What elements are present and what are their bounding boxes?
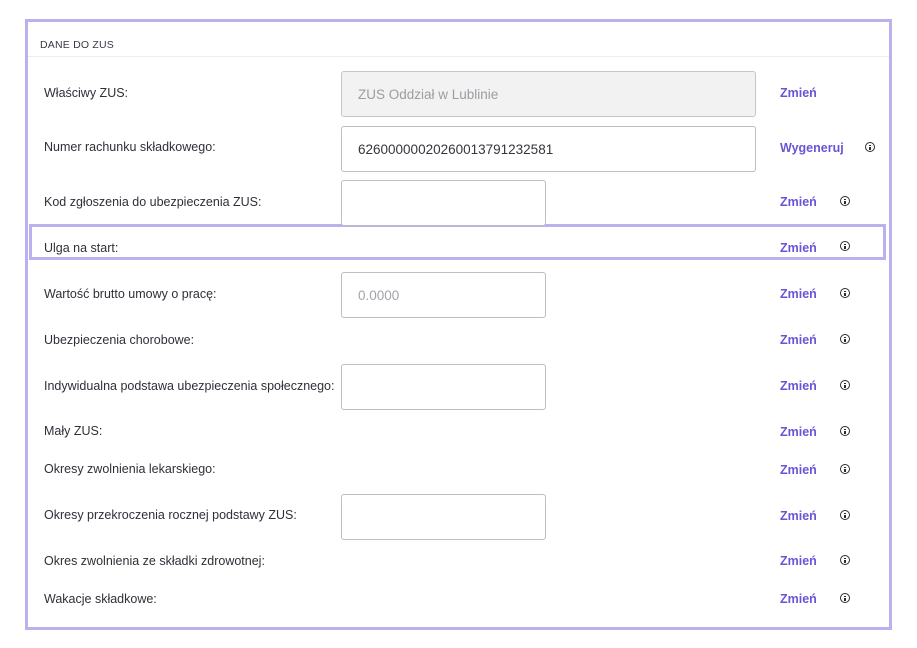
info-icon[interactable] (840, 334, 850, 344)
label-kod-zgloszenia: Kod zgłoszenia do ubezpieczenia ZUS: (44, 195, 262, 209)
label-ulga-na-start: Ulga na start: (44, 241, 119, 255)
zmien-wakacje-skladkowe-link[interactable]: Zmień (780, 592, 817, 606)
zus-data-panel: DANE DO ZUS Właściwy ZUS: ZUS Oddział w … (25, 19, 892, 630)
label-okresy-przekroczenia: Okresy przekroczenia rocznej podstawy ZU… (44, 508, 297, 522)
info-icon[interactable] (840, 426, 850, 436)
wartosc-brutto-field[interactable]: 0.0000 (341, 272, 546, 318)
info-icon[interactable] (840, 464, 850, 474)
zmien-okresy-zwolnienia-link[interactable]: Zmień (780, 463, 817, 477)
info-icon[interactable] (840, 510, 850, 520)
info-icon[interactable] (865, 142, 875, 152)
highlighted-row-frame (29, 224, 886, 260)
label-wartosc-brutto: Wartość brutto umowy o pracę: (44, 287, 217, 301)
wlasciwy-zus-field: ZUS Oddział w Lublinie (341, 71, 756, 117)
info-icon[interactable] (840, 555, 850, 565)
section-title: DANE DO ZUS (40, 39, 114, 51)
label-wlasciwy-zus: Właściwy ZUS: (44, 86, 129, 100)
section-header: DANE DO ZUS (28, 22, 889, 57)
zmien-okres-zwolnienia-zdrowotnej-link[interactable]: Zmień (780, 554, 817, 568)
info-icon[interactable] (840, 380, 850, 390)
info-icon[interactable] (840, 288, 850, 298)
label-numer-rachunku: Numer rachunku składkowego: (44, 140, 216, 154)
label-maly-zus: Mały ZUS: (44, 424, 103, 438)
info-icon[interactable] (840, 196, 850, 206)
zmien-wlasciwy-zus-link[interactable]: Zmień (780, 86, 817, 100)
zmien-okresy-przekroczenia-link[interactable]: Zmień (780, 509, 817, 523)
zmien-indywidualna-podstawa-link[interactable]: Zmień (780, 379, 817, 393)
okresy-przekroczenia-field[interactable] (341, 494, 546, 540)
kod-zgloszenia-field[interactable] (341, 180, 546, 226)
zmien-kod-zgloszenia-link[interactable]: Zmień (780, 195, 817, 209)
zmien-maly-zus-link[interactable]: Zmień (780, 425, 817, 439)
label-ubezpieczenia-chorobowe: Ubezpieczenia chorobowe: (44, 333, 195, 347)
indywidualna-podstawa-field[interactable] (341, 364, 546, 410)
label-indywidualna-podstawa: Indywidualna podstawa ubezpieczenia społ… (44, 379, 335, 393)
label-okresy-zwolnienia: Okresy zwolnienia lekarskiego: (44, 462, 216, 476)
wygeneruj-link[interactable]: Wygeneruj (780, 141, 844, 155)
label-wakacje-skladkowe: Wakacje składkowe: (44, 592, 157, 606)
zmien-ubezpieczenia-chorobowe-link[interactable]: Zmień (780, 333, 817, 347)
info-icon[interactable] (840, 241, 850, 251)
zmien-ulga-na-start-link[interactable]: Zmień (780, 241, 817, 255)
label-okres-zwolnienia-zdrowotnej: Okres zwolnienia ze składki zdrowotnej: (44, 554, 265, 568)
numer-rachunku-field[interactable]: 62600000020260013791232581 (341, 126, 756, 172)
zmien-wartosc-brutto-link[interactable]: Zmień (780, 287, 817, 301)
info-icon[interactable] (840, 593, 850, 603)
